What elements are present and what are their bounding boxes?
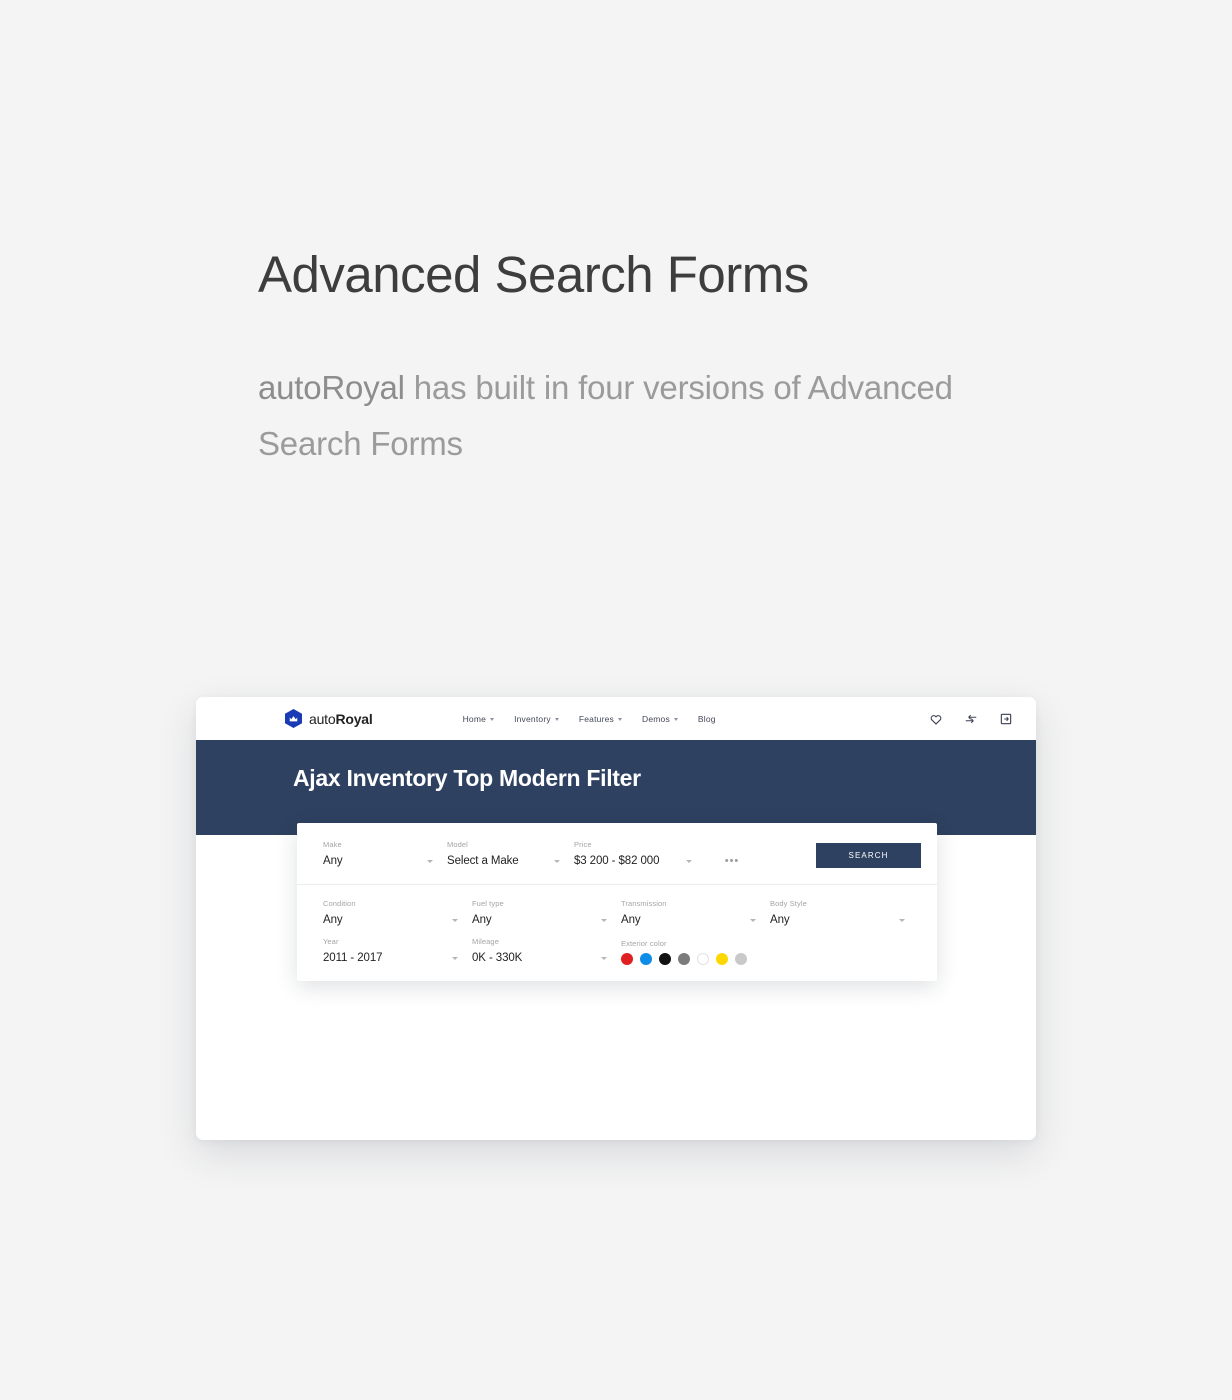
main-nav: Home Inventory Features Demos Blog bbox=[463, 714, 716, 724]
chevron-down-icon bbox=[617, 717, 622, 721]
filter-condition[interactable]: Condition Any bbox=[323, 899, 472, 927]
chevron-down-icon bbox=[899, 919, 905, 922]
nav-label: Home bbox=[462, 713, 487, 724]
filter-row-tertiary: Year 2011 - 2017 Mileage 0K - 330K Exter… bbox=[297, 933, 937, 981]
chevron-down-icon bbox=[452, 957, 458, 960]
filter-row-secondary: Condition Any Fuel type Any Transmission… bbox=[297, 885, 937, 933]
color-swatch-red[interactable] bbox=[621, 953, 633, 965]
chevron-down-icon bbox=[686, 860, 692, 863]
chevron-down-icon bbox=[601, 919, 607, 922]
search-filter-panel: Make Any Model Select a Make Price $3 20… bbox=[297, 823, 937, 981]
filter-label: Mileage bbox=[472, 937, 499, 946]
filter-label: Fuel type bbox=[472, 899, 504, 908]
chevron-down-icon bbox=[427, 860, 433, 863]
filter-label: Make bbox=[323, 840, 342, 849]
chevron-down-icon bbox=[601, 957, 607, 960]
color-swatch-white[interactable] bbox=[697, 953, 709, 965]
crown-logo-icon bbox=[285, 709, 302, 728]
filter-label: Body Style bbox=[770, 899, 807, 908]
filter-label: Condition bbox=[323, 899, 356, 908]
filter-model[interactable]: Model Select a Make bbox=[447, 840, 574, 868]
filter-label: Model bbox=[447, 840, 468, 849]
chevron-down-icon bbox=[490, 717, 495, 721]
filter-value: Any bbox=[770, 914, 790, 926]
chevron-down-icon bbox=[750, 919, 756, 922]
filter-row-primary: Make Any Model Select a Make Price $3 20… bbox=[297, 823, 937, 884]
page-subtitle: autoRoyal has built in four versions of … bbox=[258, 360, 998, 472]
filter-value: $3 200 - $82 000 bbox=[574, 855, 660, 867]
chevron-down-icon bbox=[452, 919, 458, 922]
color-swatch-group bbox=[621, 953, 821, 965]
filter-value: Any bbox=[323, 914, 343, 926]
logo-text-bold: Royal bbox=[335, 710, 373, 727]
filter-exterior-color: Exterior color bbox=[621, 939, 821, 965]
page-title: Advanced Search Forms bbox=[258, 246, 809, 303]
filter-value: Any bbox=[621, 914, 641, 926]
color-swatch-black[interactable] bbox=[659, 953, 671, 965]
heart-icon[interactable] bbox=[929, 712, 943, 726]
filter-year[interactable]: Year 2011 - 2017 bbox=[323, 937, 472, 965]
hero-banner: Ajax Inventory Top Modern Filter bbox=[196, 740, 1036, 835]
filter-body-style[interactable]: Body Style Any bbox=[770, 899, 919, 927]
filter-value: Any bbox=[323, 855, 343, 867]
chevron-down-icon bbox=[554, 717, 559, 721]
header-icon-group bbox=[929, 712, 1013, 726]
filter-price[interactable]: Price $3 200 - $82 000 bbox=[574, 840, 706, 868]
filter-label: Exterior color bbox=[621, 939, 667, 948]
filter-value: Select a Make bbox=[447, 855, 519, 867]
filter-transmission[interactable]: Transmission Any bbox=[621, 899, 770, 927]
brand-name: autoRoyal bbox=[258, 369, 405, 406]
nav-item-blog[interactable]: Blog bbox=[698, 714, 716, 724]
filter-value: Any bbox=[472, 914, 492, 926]
color-swatch-yellow[interactable] bbox=[716, 953, 728, 965]
logo[interactable]: autoRoyal bbox=[285, 709, 373, 728]
filter-label: Transmission bbox=[621, 899, 667, 908]
logo-text: autoRoyal bbox=[309, 711, 373, 727]
nav-label: Demos bbox=[641, 713, 670, 724]
filter-value: 2011 - 2017 bbox=[323, 952, 383, 964]
nav-label: Blog bbox=[697, 713, 716, 724]
nav-item-inventory[interactable]: Inventory bbox=[514, 714, 559, 724]
filter-value: 0K - 330K bbox=[472, 952, 523, 964]
filter-fuel-type[interactable]: Fuel type Any bbox=[472, 899, 621, 927]
more-filters-button[interactable]: ••• bbox=[706, 855, 758, 868]
color-swatch-blue[interactable] bbox=[640, 953, 652, 965]
filter-mileage[interactable]: Mileage 0K - 330K bbox=[472, 937, 621, 965]
nav-item-home[interactable]: Home bbox=[462, 713, 495, 724]
search-button[interactable]: SEARCH bbox=[816, 843, 921, 868]
color-swatch-gray[interactable] bbox=[678, 953, 690, 965]
nav-label: Features bbox=[578, 713, 614, 724]
hero-title: Ajax Inventory Top Modern Filter bbox=[293, 765, 641, 791]
nav-item-demos[interactable]: Demos bbox=[642, 714, 678, 724]
intro-block: Advanced Search Forms autoRoyal has buil… bbox=[258, 246, 1018, 472]
chevron-down-icon bbox=[673, 717, 678, 721]
compare-icon[interactable] bbox=[964, 712, 978, 726]
logo-text-light: auto bbox=[309, 710, 336, 727]
filter-make[interactable]: Make Any bbox=[323, 840, 447, 868]
filter-label: Year bbox=[323, 937, 339, 946]
chevron-down-icon bbox=[554, 860, 560, 863]
filter-label: Price bbox=[574, 840, 592, 849]
login-icon[interactable] bbox=[999, 712, 1013, 726]
color-swatch-silver[interactable] bbox=[735, 953, 747, 965]
nav-label: Inventory bbox=[514, 713, 551, 724]
site-header: autoRoyal Home Inventory Features Demos … bbox=[196, 697, 1036, 740]
nav-item-features[interactable]: Features bbox=[579, 714, 622, 724]
